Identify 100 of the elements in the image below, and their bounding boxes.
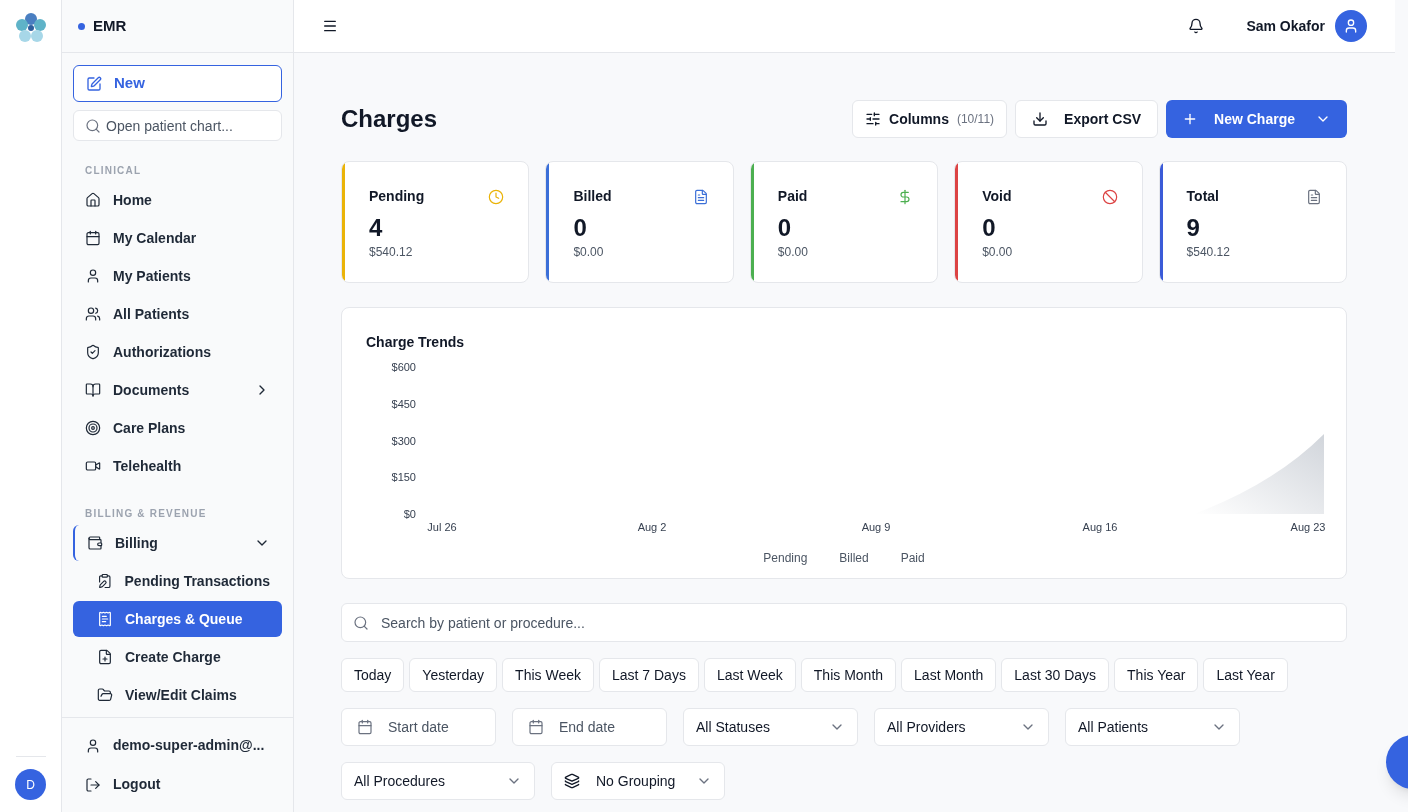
filter-dropdown[interactable]: All Providers	[874, 708, 1049, 746]
shield-icon	[85, 344, 101, 360]
sidebar-item[interactable]: Home	[73, 182, 282, 218]
stat-amount: $540.12	[1186, 244, 1231, 261]
legend-item[interactable]: Billed	[839, 549, 869, 567]
calendar-icon	[85, 230, 101, 246]
sidebar-item[interactable]: demo-super-admin@...	[73, 726, 282, 765]
users-icon	[85, 306, 101, 322]
logout-icon	[85, 776, 101, 793]
stat-label: Pending	[369, 187, 425, 206]
date-range-button[interactable]: Last Week	[703, 658, 796, 692]
stat-label: Billed	[573, 187, 612, 206]
edit-icon	[86, 75, 102, 92]
filter-dropdown[interactable]: All Statuses	[683, 708, 858, 746]
date-range-button[interactable]: Last Year	[1203, 658, 1288, 692]
home-icon	[85, 192, 101, 208]
document-icon	[97, 611, 113, 627]
menu-icon[interactable]	[322, 18, 338, 34]
sidebar-item[interactable]: Pending Transactions	[73, 563, 282, 599]
sidebar-item[interactable]: View/Edit Claims	[73, 677, 282, 713]
sidebar-item[interactable]: All Patients	[73, 296, 282, 332]
sidebar-item[interactable]: Charges & Queue	[73, 601, 282, 637]
user-icon	[85, 737, 101, 754]
stat-amount: $0.00	[573, 244, 605, 261]
axis-label: Aug 23	[1290, 521, 1326, 533]
date-range-button[interactable]: Yesterday	[409, 658, 498, 692]
search-field[interactable]: Open patient chart...	[73, 110, 282, 141]
date-range-button[interactable]: This Year	[1114, 658, 1199, 692]
axis-label: $450	[391, 397, 416, 410]
date-range-button[interactable]: Last 30 Days	[1001, 658, 1110, 692]
sidebar-item[interactable]: Documents	[73, 372, 282, 408]
sidebar-item[interactable]: Billing	[73, 525, 282, 561]
sidebar-item[interactable]: Logout	[73, 765, 282, 804]
calendar-icon	[357, 719, 373, 735]
stat-value: 4	[369, 213, 384, 243]
export-csv-button[interactable]: Export CSV	[1015, 100, 1159, 138]
sidebar-item[interactable]: My Patients	[73, 258, 282, 294]
brand-name: EMR	[93, 15, 127, 36]
file-plus-icon	[97, 649, 113, 665]
stat-label: Total	[1186, 187, 1219, 206]
page-title: Charges	[341, 104, 439, 134]
axis-label: Aug 9	[861, 521, 891, 533]
chart-title: Charge Trends	[366, 333, 466, 352]
axis-label: $150	[391, 471, 416, 484]
sidebar-item[interactable]: Telehealth	[73, 448, 282, 484]
legend-item[interactable]: Paid	[900, 549, 925, 567]
date-range-button[interactable]: This Month	[800, 658, 897, 692]
date-field[interactable]: Start date	[341, 708, 496, 746]
folder-icon	[97, 687, 113, 703]
date-range-button[interactable]: This Week	[502, 658, 594, 692]
stat-value: 0	[573, 213, 588, 243]
stat-value: 0	[777, 213, 793, 243]
video-camera-icon	[85, 458, 101, 474]
prohibited-icon	[1101, 188, 1118, 205]
user-avatar[interactable]	[1335, 10, 1367, 42]
search-icon	[85, 117, 101, 134]
stat-amount: $540.12	[369, 244, 414, 261]
stat-amount: $0.00	[982, 244, 1014, 261]
user-icon	[1343, 18, 1359, 34]
book-icon	[85, 382, 101, 398]
axis-label: $600	[391, 361, 416, 373]
sidebar-item[interactable]: Care Plans	[73, 410, 282, 446]
axis-label: Jul 26	[427, 521, 457, 533]
new-charge-button[interactable]: New Charge	[1166, 100, 1347, 138]
notification-bell-icon[interactable]	[1188, 18, 1205, 34]
filter-dropdown[interactable]: All Procedures	[341, 762, 535, 800]
date-range-button[interactable]: Last 7 Days	[599, 658, 699, 692]
user-name: Sam Okafor	[1246, 16, 1325, 36]
user-avatar[interactable]: D	[15, 769, 46, 800]
document-icon	[692, 188, 709, 205]
new-button[interactable]: New	[73, 65, 282, 102]
stat-label: Paid	[777, 187, 808, 206]
sidebar-item[interactable]: My Calendar	[73, 220, 282, 256]
legend-item[interactable]: Pending	[763, 549, 808, 567]
stat-value: 9	[1186, 213, 1201, 243]
columns-button[interactable]: Columns (10/11)	[852, 100, 1008, 138]
sidebar-item[interactable]: Authorizations	[73, 334, 282, 370]
download-icon	[1032, 111, 1049, 127]
section-heading: CLINICAL	[84, 164, 143, 178]
grouping-dropdown[interactable]: No Grouping	[551, 762, 725, 800]
calendar-icon	[528, 719, 544, 735]
search-icon	[353, 614, 369, 631]
layers-icon	[564, 773, 580, 789]
stat-amount: $0.00	[777, 244, 809, 261]
document-icon	[1306, 188, 1322, 205]
user-icon	[85, 268, 101, 284]
sidebar-item[interactable]: Create Charge	[73, 639, 282, 675]
clipboard-icon	[97, 573, 113, 589]
clock-icon	[488, 188, 505, 205]
stat-value: 0	[982, 213, 997, 243]
date-range-button[interactable]: Today	[341, 658, 405, 692]
axis-label: Aug 16	[1082, 521, 1118, 533]
logo-icon	[14, 12, 47, 44]
axis-label: $0	[403, 508, 416, 520]
filter-dropdown[interactable]: All Patients	[1065, 708, 1240, 746]
date-range-button[interactable]: Last Month	[901, 658, 997, 692]
search-field[interactable]: Search by patient or procedure...	[341, 603, 1347, 642]
axis-label: $300	[391, 434, 416, 447]
date-field[interactable]: End date	[512, 708, 667, 746]
target-icon	[85, 420, 101, 436]
